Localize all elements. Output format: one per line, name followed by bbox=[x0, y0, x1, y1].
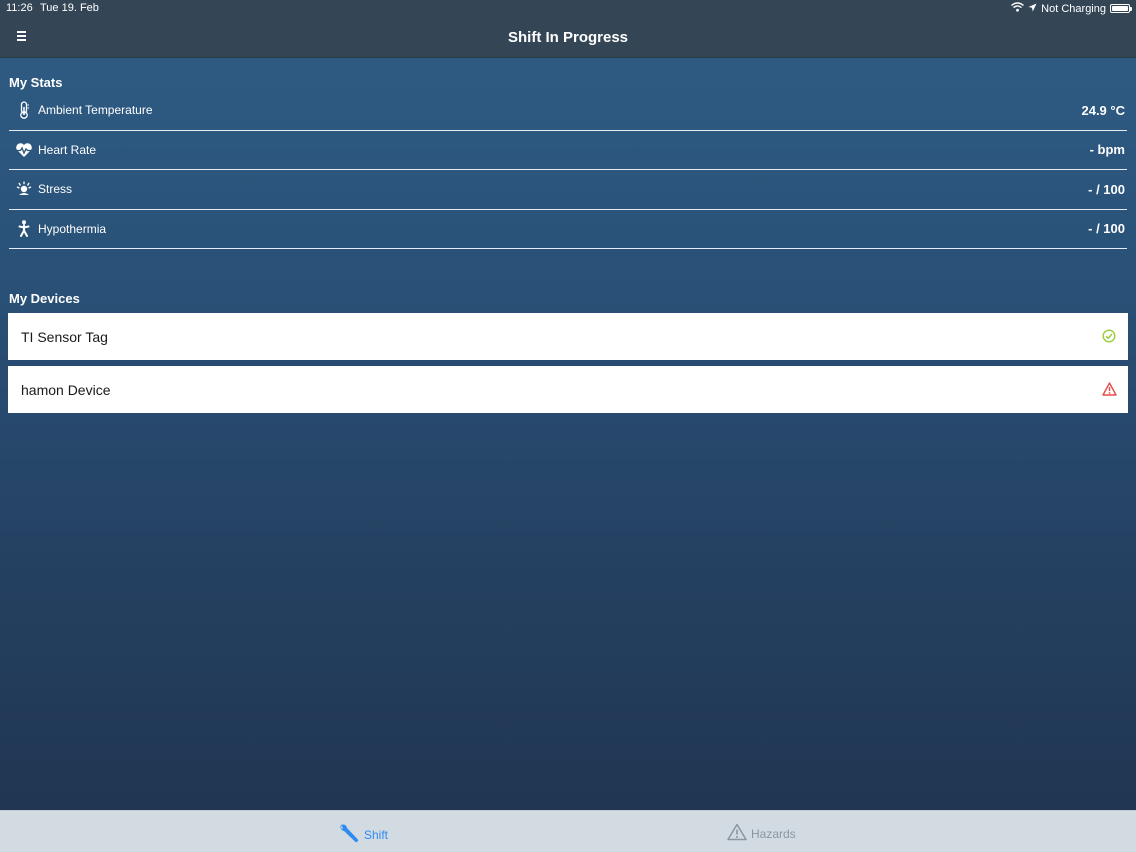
battery-icon bbox=[1110, 4, 1132, 13]
tab-label: Shift bbox=[364, 827, 389, 842]
stat-value: - bpm bbox=[1089, 142, 1125, 158]
stat-label: Stress bbox=[38, 182, 73, 197]
status-bar: 11:26 Tue 19. Feb Not Charging bbox=[0, 0, 1136, 18]
nav-bar: Shift In Progress bbox=[0, 18, 1136, 58]
status-right: Not Charging bbox=[1011, 2, 1132, 15]
stat-value: - / 100 bbox=[1088, 181, 1125, 197]
heart-rate-icon bbox=[13, 139, 35, 161]
hazard-triangle-icon bbox=[727, 823, 747, 844]
status-date: Tue 19. Feb bbox=[40, 2, 99, 14]
tab-hazards[interactable]: Hazards bbox=[727, 823, 796, 844]
check-circle-icon bbox=[1102, 329, 1116, 343]
stat-row-heart-rate: Heart Rate - bpm bbox=[9, 131, 1127, 170]
stats-list: Ambient Temperature 24.9 °C Heart Rate -… bbox=[9, 91, 1127, 249]
devices-title: My Devices bbox=[9, 291, 80, 306]
stat-value: 24.9 °C bbox=[1081, 102, 1125, 118]
device-row-hamon-device[interactable]: hamon Device bbox=[8, 366, 1128, 413]
stat-label: Hypothermia bbox=[38, 221, 107, 236]
device-row-ti-sensor-tag[interactable]: TI Sensor Tag bbox=[8, 313, 1128, 360]
thermometer-icon bbox=[13, 99, 35, 121]
stat-label: Ambient Temperature bbox=[38, 103, 153, 118]
stats-title: My Stats bbox=[9, 75, 63, 90]
stat-row-ambient-temperature: Ambient Temperature 24.9 °C bbox=[9, 91, 1127, 131]
devices-list: TI Sensor Tag hamon Device bbox=[8, 313, 1128, 419]
stat-label: Heart Rate bbox=[38, 142, 97, 157]
stress-icon bbox=[13, 178, 35, 200]
device-name: hamon Device bbox=[21, 381, 111, 398]
warning-triangle-icon bbox=[1102, 382, 1117, 396]
wifi-icon bbox=[1011, 2, 1025, 15]
location-arrow-icon bbox=[1028, 3, 1037, 15]
person-icon bbox=[13, 218, 35, 240]
charging-status: Not Charging bbox=[1041, 2, 1106, 15]
stat-value: - / 100 bbox=[1088, 221, 1125, 237]
status-time: 11:26 bbox=[6, 2, 33, 14]
stat-row-hypothermia: Hypothermia - / 100 bbox=[9, 210, 1127, 249]
device-name: TI Sensor Tag bbox=[21, 328, 108, 345]
wrench-icon bbox=[338, 823, 360, 846]
stat-row-stress: Stress - / 100 bbox=[9, 170, 1127, 210]
tab-label: Hazards bbox=[751, 826, 796, 841]
tab-bar: Shift Hazards bbox=[0, 810, 1136, 852]
tab-shift[interactable]: Shift bbox=[338, 823, 388, 846]
page-title: Shift In Progress bbox=[507, 29, 629, 46]
